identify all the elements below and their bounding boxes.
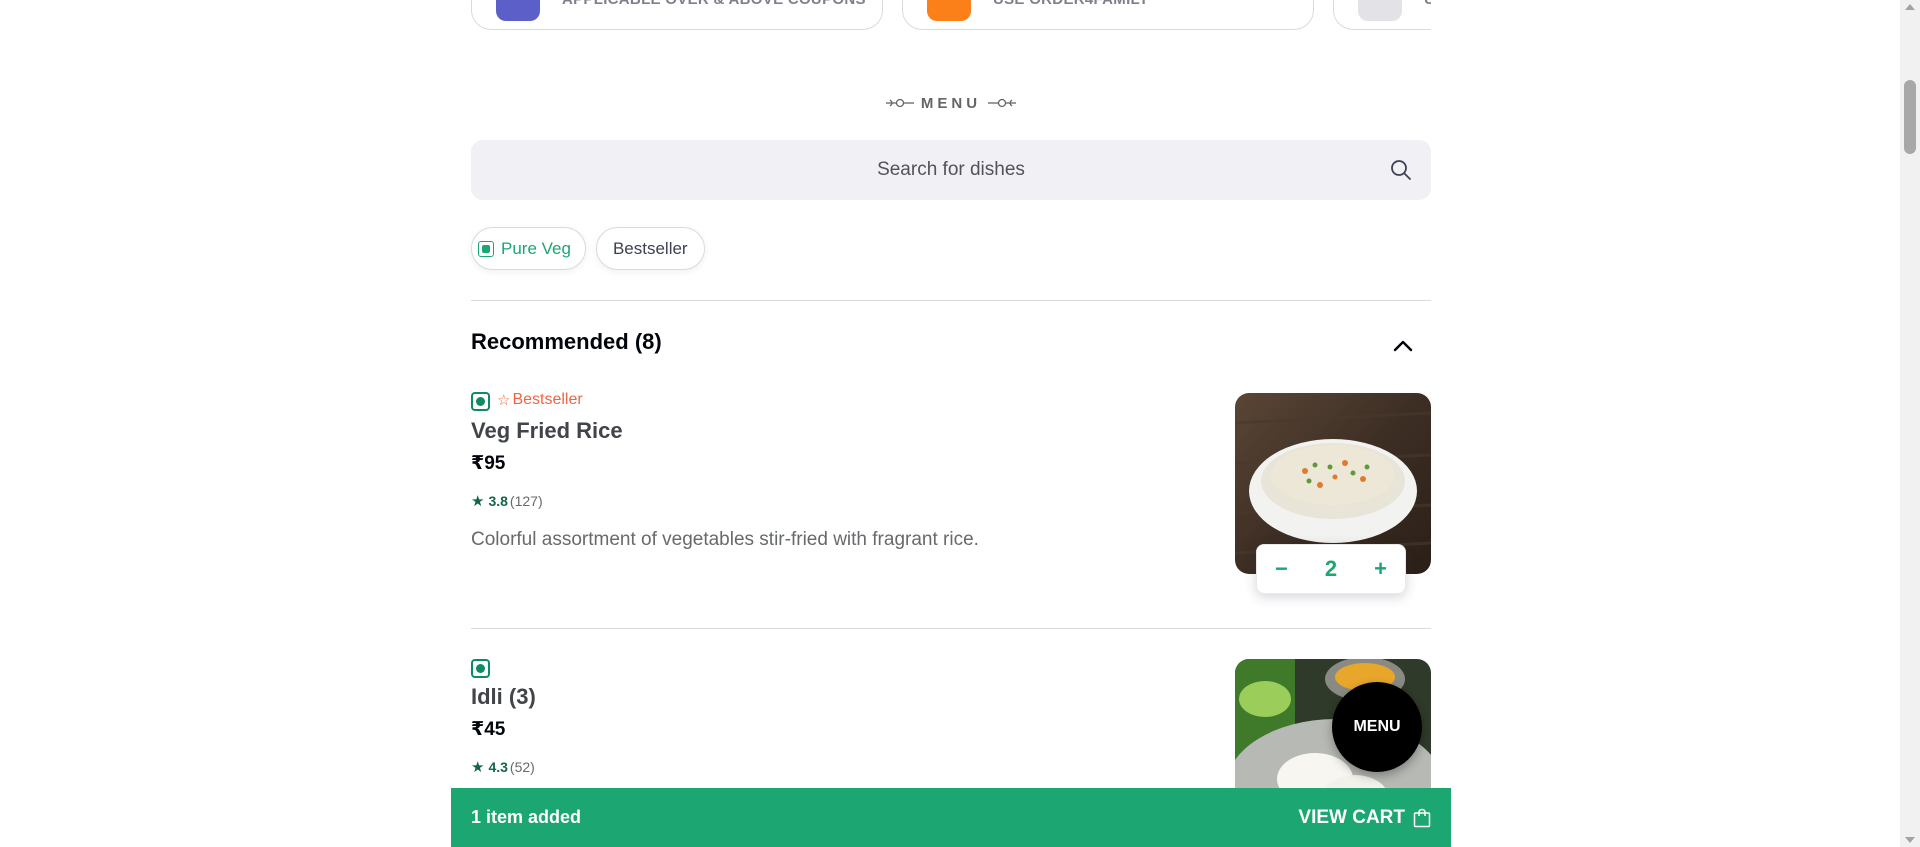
item-price: ₹95 (471, 453, 506, 474)
pure-veg-label: Pure Veg (501, 238, 571, 258)
cart-bar[interactable]: 1 item added VIEW CART (451, 788, 1451, 847)
flourish-right-icon (987, 97, 1017, 112)
offer-text: APPLICABLE OVER & ABOVE COUPONS (562, 0, 866, 8)
scroll-up-arrow-icon[interactable] (1905, 4, 1915, 10)
divider (471, 300, 1431, 301)
section-title[interactable]: Recommended (8) (471, 329, 662, 355)
increment-button[interactable]: + (1374, 556, 1387, 582)
scroll-thumb[interactable] (1904, 80, 1916, 154)
menu-item: ☆ Bestseller Veg Fried Rice ₹95 ★ 3.8 (1… (471, 391, 1431, 622)
rating-value: 3.8 (488, 493, 508, 509)
item-price: ₹45 (471, 719, 506, 740)
item-name: Idli (3) (471, 684, 536, 709)
quantity-stepper: − 2 + (1256, 544, 1406, 594)
offer-card[interactable]: U (1333, 0, 1431, 30)
offer-card[interactable]: USE ORDER4FAMILY (902, 0, 1314, 30)
chevron-up-icon[interactable] (1393, 338, 1413, 352)
divider (471, 628, 1431, 629)
rating-count: (127) (509, 493, 543, 509)
rating-count: (52) (509, 759, 535, 775)
item-rating: ★ 3.8 (127) (471, 492, 543, 510)
offer-text: U (1424, 0, 1431, 8)
rating-star-icon: ★ (471, 493, 485, 510)
filter-chips: Pure Veg Bestseller (471, 227, 705, 270)
decrement-button[interactable]: − (1275, 556, 1288, 582)
bestseller-tag: ☆ Bestseller (497, 391, 583, 409)
offer-badge-icon (1358, 0, 1402, 21)
menu-heading-text: MENU (920, 95, 982, 112)
search-input[interactable] (471, 140, 1431, 200)
offers-strip: APPLICABLE OVER & ABOVE COUPONS USE ORDE… (471, 0, 1431, 30)
item-name: Veg Fried Rice (471, 418, 623, 443)
bestseller-filter[interactable]: Bestseller (595, 227, 705, 270)
quantity-count: 2 (1324, 556, 1338, 581)
flourish-left-icon (885, 97, 915, 112)
shopping-bag-icon (1413, 808, 1431, 827)
item-description: Colorful assortment of vegetables stir-f… (471, 529, 979, 550)
rating-star-icon: ★ (471, 759, 485, 776)
menu-fab-button[interactable]: MENU (1332, 682, 1422, 772)
search-icon[interactable] (1389, 158, 1413, 182)
rating-value: 4.3 (488, 759, 508, 775)
search-bar[interactable] (471, 140, 1431, 200)
veg-indicator-icon (471, 659, 490, 678)
bestseller-star-icon: ☆ (497, 392, 511, 409)
menu-heading: MENU (471, 95, 1431, 112)
cart-added-text: 1 item added (471, 807, 582, 827)
view-cart-button[interactable]: VIEW CART (1298, 807, 1431, 829)
pure-veg-filter[interactable]: Pure Veg (471, 227, 586, 270)
veg-leaf-icon (478, 240, 494, 257)
restaurant-menu-page: APPLICABLE OVER & ABOVE COUPONS USE ORDE… (0, 0, 1900, 847)
view-cart-label: VIEW CART (1298, 806, 1405, 828)
bestseller-filter-label: Bestseller (612, 238, 688, 258)
item-rating: ★ 4.3 (52) (471, 758, 535, 776)
scroll-down-arrow-icon[interactable] (1905, 837, 1915, 843)
page-scrollbar[interactable] (1900, 0, 1920, 847)
veg-indicator-icon (471, 392, 490, 411)
offer-card[interactable]: APPLICABLE OVER & ABOVE COUPONS (471, 0, 883, 30)
offer-badge-icon (927, 0, 971, 21)
offer-text: USE ORDER4FAMILY (993, 0, 1149, 8)
offer-badge-icon (496, 0, 540, 21)
bestseller-tag-label: Bestseller (512, 391, 583, 408)
